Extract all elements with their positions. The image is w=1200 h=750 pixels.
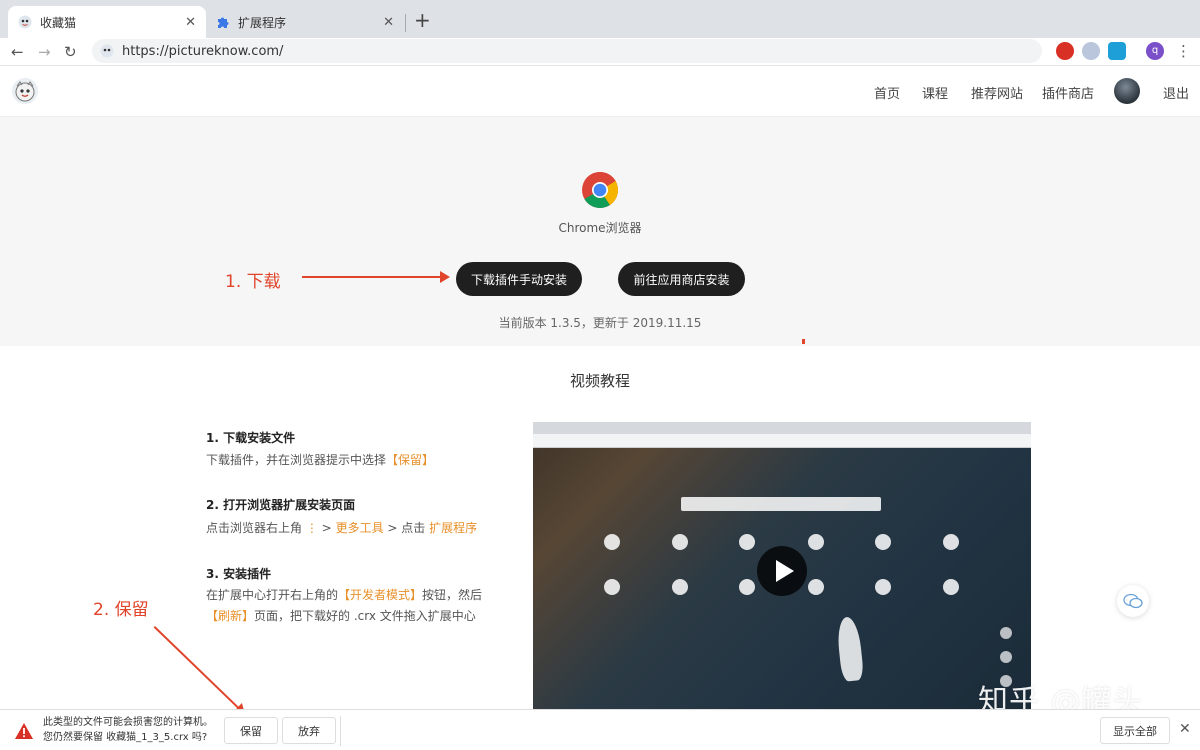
step2-text-mid: > 点击 [387,521,426,535]
tab-extensions[interactable]: 扩展程序 ✕ [206,6,404,38]
logout-link[interactable]: 退出 [1163,83,1189,102]
store-install-button[interactable]: 前往应用商店安装 [618,262,745,296]
step1-text: 下载插件，并在浏览器提示中选择【保留】 [206,450,506,471]
user-avatar[interactable] [1114,78,1140,104]
tab-title: 扩展程序 [238,15,287,30]
video-shortcut [604,534,620,550]
video-boat-image [835,616,865,682]
address-bar[interactable]: https://pictureknow.com/ [92,39,1042,63]
play-button[interactable] [757,546,807,596]
annotation-keep: 2. 保留 [93,600,149,620]
step2-more-tools: 更多工具 [335,521,384,535]
section-title-video: 视频教程 [569,372,630,390]
extension-red-icon[interactable] [1056,42,1074,60]
step3-text: 在扩展中心打开右上角的【开发者模式】按钮，然后【刷新】页面，把下载好的 .crx… [206,585,506,627]
annotation-mark [802,339,805,344]
download-manual-button[interactable]: 下载插件手动安装 [456,262,582,296]
chrome-logo-icon [582,172,618,208]
download-bar: 此类型的文件可能会损害您的计算机。 您仍然要保留 收藏猫_1_3_5.crx 吗… [0,709,1200,750]
step3-title: 3. 安装插件 [206,567,272,581]
site-logo[interactable] [12,78,38,104]
video-shortcut [875,534,891,550]
nav-recommended-sites[interactable]: 推荐网站 [971,83,1023,102]
back-button[interactable]: ← [11,42,24,62]
video-shortcut [604,579,620,595]
nav-home[interactable]: 首页 [874,83,900,102]
step2-title: 2. 打开浏览器扩展安装页面 [206,498,356,512]
annotation-arrow [302,271,450,283]
tab-title: 收藏猫 [40,15,77,30]
annotation-download: 1. 下载 [225,272,281,292]
site-header: 首页 课程 推荐网站 插件商店 退出 [0,66,1200,117]
discard-button[interactable]: 放弃 [282,717,336,744]
video-tabstrip [533,422,1031,434]
more-dots-icon: ⋮ [305,521,318,535]
tutorial-video[interactable] [533,422,1031,710]
url-text: https://pictureknow.com/ [122,43,284,59]
chat-icon[interactable] [1117,585,1149,617]
video-shortcut [672,579,688,595]
tab-divider [405,14,406,32]
step3-dev-mode: 【开发者模式】 [338,588,423,602]
puzzle-icon [216,15,230,29]
browser-toolbar: ← → ↻ https://pictureknow.com/ q ⋮ [0,38,1200,66]
keep-button[interactable]: 保留 [224,717,278,744]
reload-button[interactable]: ↻ [64,42,77,62]
download-warning-line2: 您仍然要保留 收藏猫_1_3_5.crx 吗? [43,732,208,743]
nav-courses[interactable]: 课程 [922,83,948,102]
extension-blue-icon[interactable] [1108,42,1126,60]
download-warning-text: 此类型的文件可能会损害您的计算机。 您仍然要保留 收藏猫_1_3_5.crx 吗… [43,715,213,745]
download-warning-line1: 此类型的文件可能会损害您的计算机。 [43,717,213,728]
version-info: 当前版本 1.3.5，更新于 2019.11.15 [498,316,702,330]
extension-feather-icon[interactable] [1082,42,1100,60]
show-all-button[interactable]: 显示全部 [1100,717,1170,744]
tab-shoucangmao[interactable]: 收藏猫 ✕ [8,6,206,38]
profile-avatar[interactable]: q [1146,42,1164,60]
video-shortcut [739,579,755,595]
step1-highlight: 【保留】 [386,453,435,467]
annotation-arrow [153,626,240,710]
step2-separator: > [321,521,332,535]
close-icon[interactable]: ✕ [185,15,196,30]
download-divider [340,716,341,746]
step3-text-end: 页面，把下载好的 .crx 文件拖入扩展中心 [254,609,476,623]
browser-menu-button[interactable]: ⋮ [1176,41,1191,61]
video-shortcut [943,579,959,595]
download-hero: Chrome浏览器 1. 下载 下载插件手动安装 前往应用商店安装 当前版本 1… [0,117,1200,346]
step3-refresh: 【刷新】 [206,609,255,623]
step2-text: 点击浏览器右上角 ⋮ > 更多工具 > 点击 扩展程序 [206,518,506,539]
close-icon[interactable]: ✕ [383,15,394,30]
video-toolbar [533,434,1031,448]
warning-icon [15,723,33,739]
forward-button[interactable]: → [38,42,51,62]
step3-text-main: 在扩展中心打开右上角的 [206,588,339,602]
video-shortcut [739,534,755,550]
step1-text-main: 下载插件，并在浏览器提示中选择 [206,453,387,467]
step2-extensions: 扩展程序 [429,521,478,535]
step1-title: 1. 下载安装文件 [206,431,296,445]
video-side-button [1000,651,1012,663]
video-side-button [1000,627,1012,639]
new-tab-button[interactable]: + [414,10,431,30]
browser-label: Chrome浏览器 [558,221,642,235]
video-shortcut [943,534,959,550]
video-search-box [681,497,881,511]
step3-text-mid: 按钮，然后 [422,588,483,602]
cat-logo-icon [18,15,32,29]
step2-text-main: 点击浏览器右上角 [206,521,303,535]
video-shortcut [672,534,688,550]
video-shortcut [808,579,824,595]
close-icon[interactable]: ✕ [1179,721,1191,737]
cat-logo-icon [100,44,114,58]
video-shortcut [875,579,891,595]
video-shortcut [808,534,824,550]
browser-tabstrip: 收藏猫 ✕ 扩展程序 ✕ + [0,0,1200,38]
nav-plugin-store[interactable]: 插件商店 [1042,83,1094,102]
